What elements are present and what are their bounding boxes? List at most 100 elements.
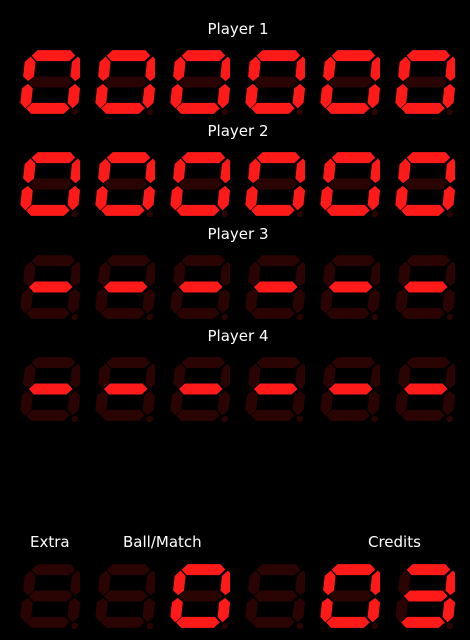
segment-c: [367, 83, 380, 109]
decimal-point: [71, 415, 79, 423]
segment-d: [26, 204, 70, 216]
ball-match-digit-2: [170, 556, 230, 636]
segment-a: [256, 255, 301, 267]
decimal-point: [221, 415, 229, 423]
segment-b: [370, 261, 380, 287]
segment-b: [370, 570, 380, 596]
segment-g: [178, 590, 223, 602]
segment-b: [295, 261, 305, 287]
decimal-point: [446, 622, 454, 630]
segment-g: [403, 178, 448, 190]
segment-g: [328, 178, 373, 190]
segment-a: [181, 564, 226, 576]
segment-g: [328, 281, 373, 293]
player-4-score: [0, 349, 470, 429]
segment-g: [103, 383, 148, 395]
segment-g: [103, 178, 148, 190]
segment-g: [28, 383, 73, 395]
player-1-score: [0, 42, 470, 122]
segment-d: [326, 616, 370, 628]
segment-d: [326, 409, 370, 421]
segment-g: [28, 178, 73, 190]
segment-g: [328, 76, 373, 88]
segment-c: [217, 83, 230, 109]
segment-b: [220, 158, 230, 184]
segment-g: [328, 590, 373, 602]
decimal-point: [371, 108, 379, 116]
segment-d: [101, 307, 145, 319]
segment-g: [403, 383, 448, 395]
player-4-label: Player 4: [207, 327, 269, 345]
segment-b: [445, 56, 455, 82]
segment-a: [181, 255, 226, 267]
decimal-point: [371, 210, 379, 218]
segment-d: [251, 616, 295, 628]
segment-b: [220, 363, 230, 389]
segment-c: [442, 390, 455, 416]
player-1-digit-1: [20, 42, 80, 122]
segment-b: [70, 56, 80, 82]
player-2-score: [0, 144, 470, 224]
bottom-display-row: [0, 556, 470, 636]
segment-b: [370, 56, 380, 82]
segment-a: [106, 255, 151, 267]
ball-match-label: Ball/Match: [123, 533, 202, 551]
segment-g: [403, 590, 448, 602]
segment-a: [106, 152, 151, 164]
decimal-point: [446, 210, 454, 218]
segment-a: [331, 152, 376, 164]
player-3-score: [0, 247, 470, 327]
segment-b: [295, 570, 305, 596]
scoreboard-panel: Player 1 Player 2 Player 3 Player 4 Extr…: [0, 0, 470, 640]
decimal-point: [221, 108, 229, 116]
segment-a: [181, 357, 226, 369]
segment-c: [67, 288, 80, 314]
segment-a: [256, 152, 301, 164]
decimal-point: [446, 313, 454, 321]
decimal-point: [221, 622, 229, 630]
segment-g: [253, 178, 298, 190]
extra-digit: [20, 556, 80, 636]
segment-a: [31, 50, 76, 62]
segment-b: [70, 261, 80, 287]
segment-c: [367, 185, 380, 211]
decimal-point: [296, 108, 304, 116]
decimal-point: [371, 313, 379, 321]
decimal-point: [446, 108, 454, 116]
player-1-digit-6: [395, 42, 455, 122]
decimal-point: [296, 415, 304, 423]
player-4-digit-1: [20, 349, 80, 429]
extra-label: Extra: [30, 533, 70, 551]
segment-c: [292, 83, 305, 109]
segment-d: [26, 616, 70, 628]
segment-d: [26, 102, 70, 114]
segment-g: [103, 76, 148, 88]
player-3-digit-5: [320, 247, 380, 327]
segment-g: [328, 383, 373, 395]
segment-c: [67, 597, 80, 623]
segment-a: [256, 564, 301, 576]
decimal-point: [296, 622, 304, 630]
segment-a: [406, 357, 451, 369]
segment-c: [67, 83, 80, 109]
segment-d: [326, 102, 370, 114]
player-4-digit-3: [170, 349, 230, 429]
segment-b: [145, 570, 155, 596]
segment-b: [445, 261, 455, 287]
segment-a: [181, 50, 226, 62]
segment-c: [292, 288, 305, 314]
segment-g: [178, 281, 223, 293]
segment-a: [256, 50, 301, 62]
segment-c: [292, 597, 305, 623]
segment-g: [178, 76, 223, 88]
player-3-digit-4: [245, 247, 305, 327]
segment-c: [142, 185, 155, 211]
segment-g: [403, 76, 448, 88]
segment-a: [181, 152, 226, 164]
segment-a: [331, 564, 376, 576]
segment-c: [442, 288, 455, 314]
segment-a: [106, 357, 151, 369]
segment-g: [103, 590, 148, 602]
segment-d: [251, 307, 295, 319]
segment-a: [406, 152, 451, 164]
